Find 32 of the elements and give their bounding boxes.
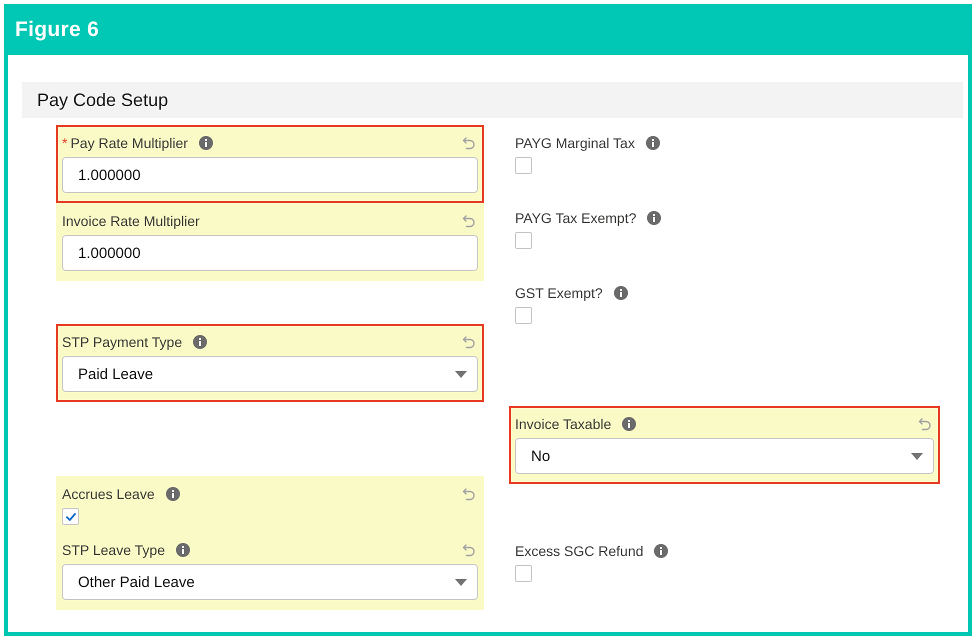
field-label: Invoice Taxable — [515, 416, 612, 432]
undo-icon[interactable] — [462, 214, 476, 228]
figure-title: Figure 6 — [15, 18, 100, 42]
checkbox[interactable] — [515, 232, 532, 249]
number-field[interactable]: 1.000000 — [62, 235, 478, 271]
undo-icon[interactable] — [462, 487, 476, 501]
undo-icon[interactable] — [462, 335, 476, 349]
undo-icon[interactable] — [918, 417, 932, 431]
field-label: Invoice Rate Multiplier — [62, 213, 200, 229]
checkmark-icon — [66, 512, 76, 520]
undo-icon[interactable] — [462, 136, 476, 150]
select-field[interactable]: No — [515, 438, 934, 474]
field-label: * Pay Rate Multiplier — [62, 135, 188, 151]
field-label: STP Payment Type — [62, 334, 182, 350]
field-label: Excess SGC Refund — [515, 543, 644, 559]
section-header: Pay Code Setup — [22, 82, 963, 118]
undo-icon[interactable] — [462, 543, 476, 557]
field-label: STP Leave Type — [62, 542, 165, 558]
select-field[interactable]: Paid Leave — [62, 356, 478, 392]
caret-icon — [911, 452, 923, 460]
field-label: PAYG Tax Exempt? — [515, 210, 636, 226]
number-field[interactable]: 1.000000 — [62, 157, 478, 193]
field-label: Accrues Leave — [62, 486, 155, 502]
checkbox[interactable] — [515, 157, 532, 174]
select-field[interactable]: Other Paid Leave — [62, 564, 478, 600]
field-label: GST Exempt? — [515, 285, 603, 301]
caret-icon — [455, 370, 467, 378]
checkbox[interactable] — [515, 565, 532, 582]
caret-icon — [455, 578, 467, 586]
checkbox[interactable] — [515, 307, 532, 324]
field-label: PAYG Marginal Tax — [515, 135, 635, 151]
checkbox[interactable] — [62, 508, 79, 525]
